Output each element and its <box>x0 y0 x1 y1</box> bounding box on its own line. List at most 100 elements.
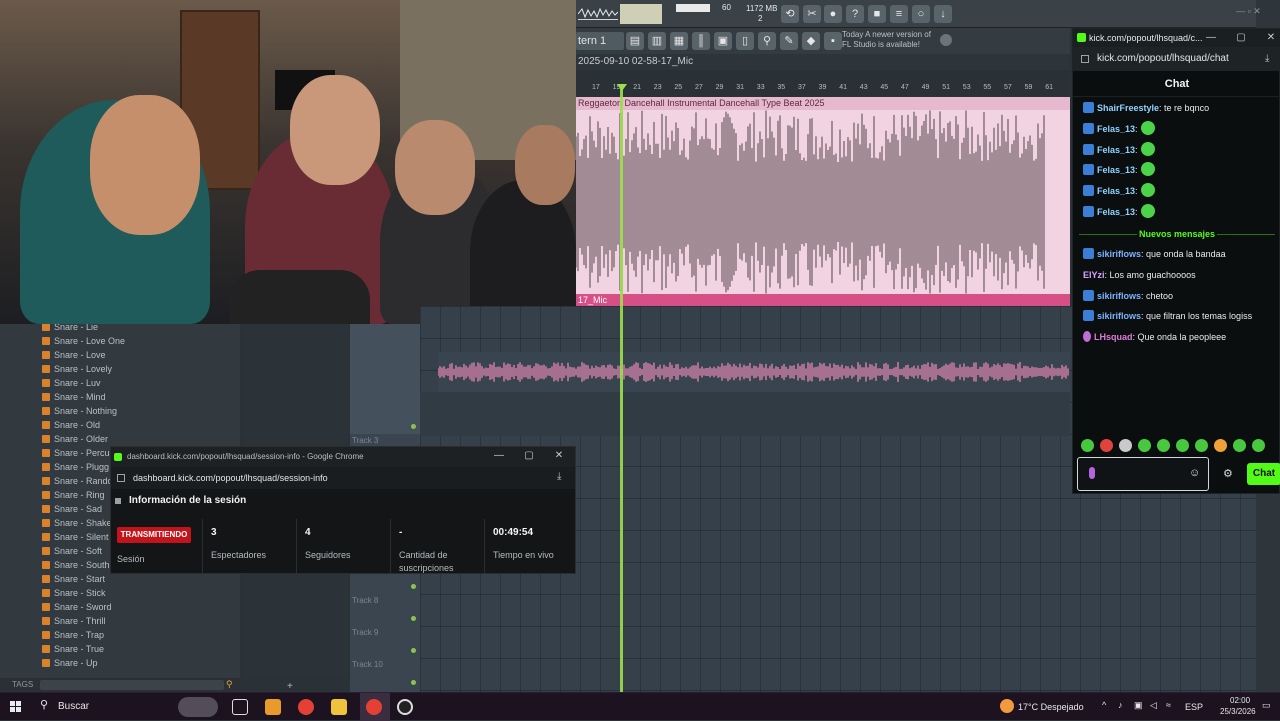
save-icon[interactable]: ■ <box>868 5 886 23</box>
chat-message[interactable]: Felas_13: <box>1083 182 1279 200</box>
close-icon[interactable]: ✕ <box>551 447 567 467</box>
browser-item[interactable]: Snare - Love <box>42 348 106 362</box>
browser-item[interactable]: Snare - Mind <box>42 390 106 404</box>
update-notice[interactable]: Today A newer version of FL Studio is av… <box>842 30 952 52</box>
download-icon[interactable]: ⤓ <box>1265 53 1269 64</box>
track-label[interactable]: Track 9 <box>352 628 378 637</box>
chat-username[interactable]: Felas_13 <box>1097 207 1135 217</box>
chat-username[interactable]: ShairFreestyle <box>1097 103 1159 113</box>
playhead-marker[interactable] <box>617 84 627 91</box>
site-info-icon[interactable] <box>1081 55 1089 63</box>
audio-clip-1-waveform[interactable] <box>576 110 1070 294</box>
tags-search-icon[interactable]: ⚲ <box>226 679 236 689</box>
add-icon[interactable]: + <box>287 681 293 692</box>
chat-username[interactable]: ElYzi <box>1083 270 1105 280</box>
tags-input[interactable] <box>40 680 224 690</box>
browser-item[interactable]: Snare - Sad <box>42 502 102 516</box>
undo-icon[interactable]: ⟲ <box>781 5 799 23</box>
browser-item[interactable]: Snare - Soft <box>42 544 102 558</box>
refresh-news-icon[interactable] <box>940 34 952 46</box>
playhead[interactable] <box>620 84 623 692</box>
record-mic-icon[interactable]: ● <box>824 5 842 23</box>
camera-icon[interactable]: ▣ <box>1134 700 1143 711</box>
maximize-icon[interactable]: ▢ <box>521 447 537 467</box>
browser-view-icon[interactable]: ▣ <box>714 32 732 50</box>
browser-item[interactable]: Snare - Thrill <box>42 614 105 628</box>
browser-item[interactable]: Snare - Trap <box>42 628 104 642</box>
browser-item[interactable]: Snare - Up <box>42 656 98 670</box>
mixer-icon[interactable]: ≡ <box>890 5 908 23</box>
track-label[interactable]: Track 3 <box>352 436 378 445</box>
chat-username[interactable]: sikiriflows <box>1097 311 1141 321</box>
track-enable-led[interactable] <box>411 648 416 653</box>
emote-icon[interactable] <box>1119 439 1132 452</box>
browser-item[interactable]: Snare - Silent <box>42 530 109 544</box>
site-info-icon[interactable] <box>117 474 125 482</box>
chat-bubble-icon[interactable]: ○ <box>912 5 930 23</box>
playlist-icon[interactable]: ▤ <box>626 32 644 50</box>
chat-username[interactable]: Felas_13 <box>1097 124 1135 134</box>
browser-item[interactable]: Snare - Stick <box>42 586 106 600</box>
browser-item[interactable]: Snare - Lie <box>42 324 98 334</box>
minimize-icon[interactable]: — <box>1203 29 1219 47</box>
emoji-picker-icon[interactable]: ☺ <box>1189 467 1200 479</box>
weather-text[interactable]: 17°C Despejado <box>1018 702 1084 712</box>
emote-icon[interactable] <box>1100 439 1113 452</box>
browser-item[interactable]: Snare - Love One <box>42 334 125 348</box>
file-explorer-icon[interactable] <box>331 699 347 715</box>
chrome-active-icon[interactable] <box>366 699 382 715</box>
emote-icon[interactable] <box>1157 439 1170 452</box>
download-icon[interactable]: ↓ <box>934 5 952 23</box>
brush-icon[interactable]: ✎ <box>780 32 798 50</box>
microphone-icon[interactable]: ♪ <box>1118 700 1123 710</box>
tag-icon[interactable]: ▪ <box>824 32 842 50</box>
track-enable-led[interactable] <box>411 584 416 589</box>
browser-item[interactable]: Snare - Nothing <box>42 404 117 418</box>
chat-message[interactable]: Felas_13: <box>1083 203 1279 221</box>
chat-username[interactable]: sikiriflows <box>1097 249 1141 259</box>
chat-message[interactable]: Felas_13: <box>1083 141 1279 159</box>
download-icon[interactable]: ⤓ <box>557 471 561 482</box>
browser-item[interactable]: Snare - Start <box>42 572 105 586</box>
browser-item[interactable]: Snare - Ring <box>42 488 105 502</box>
mixer-view-icon[interactable]: ║ <box>692 32 710 50</box>
track-enable-led[interactable] <box>411 616 416 621</box>
tray-chevron-icon[interactable]: ^ <box>1102 700 1106 710</box>
chat-username[interactable]: LHsquad <box>1094 332 1133 342</box>
minimize-icon[interactable]: — <box>491 447 507 467</box>
session-url-bar[interactable]: dashboard.kick.com/popout/lhsquad/sessio… <box>111 467 575 489</box>
browser-item[interactable]: Snare - Old <box>42 418 100 432</box>
chat-message[interactable]: ShairFreestyle: te re bqnco <box>1083 99 1279 117</box>
audio-clip-2[interactable] <box>437 352 1070 392</box>
obs-icon[interactable] <box>397 699 413 715</box>
emote-icon[interactable] <box>1081 439 1094 452</box>
emote-bar[interactable] <box>1081 439 1277 453</box>
chrome-icon[interactable] <box>298 699 314 715</box>
chat-username[interactable]: Felas_13 <box>1097 186 1135 196</box>
browser-item[interactable]: Snare - Lovely <box>42 362 112 376</box>
browser-item[interactable]: Snare - Luv <box>42 376 101 390</box>
clock-date[interactable]: 25/3/2026 <box>1220 707 1256 716</box>
close-icon[interactable]: ✕ <box>1263 29 1279 47</box>
emote-icon[interactable] <box>1195 439 1208 452</box>
file-icon[interactable]: ▯ <box>736 32 754 50</box>
task-view-icon[interactable] <box>232 699 248 715</box>
browser-item[interactable]: Snare - Rando <box>42 474 113 488</box>
browser-item[interactable]: Snare - Sword <box>42 600 112 614</box>
chat-message[interactable]: sikiriflows: que onda la bandaa <box>1083 245 1279 263</box>
send-chat-button[interactable]: Chat <box>1247 463 1280 485</box>
clock-time[interactable]: 02:00 <box>1230 696 1250 705</box>
chat-message[interactable]: Felas_13: <box>1083 120 1279 138</box>
cut-icon[interactable]: ✂ <box>803 5 821 23</box>
chat-message[interactable]: LHsquad: Que onda la peopleee <box>1083 328 1279 346</box>
track-enable-led[interactable] <box>411 680 416 685</box>
browser-item[interactable]: Snare - Older <box>42 432 108 446</box>
network-icon[interactable]: ≈ <box>1166 700 1171 710</box>
language-indicator[interactable]: ESP <box>1185 702 1203 712</box>
volume-icon[interactable]: ◁ <box>1150 700 1157 711</box>
browser-item[interactable]: Snare - Shaker <box>42 516 115 530</box>
chat-username[interactable]: sikiriflows <box>1097 291 1141 301</box>
windows-start-icon[interactable] <box>10 701 22 713</box>
notifications-icon[interactable]: ▭ <box>1262 700 1271 711</box>
chat-username[interactable]: Felas_13 <box>1097 145 1135 155</box>
